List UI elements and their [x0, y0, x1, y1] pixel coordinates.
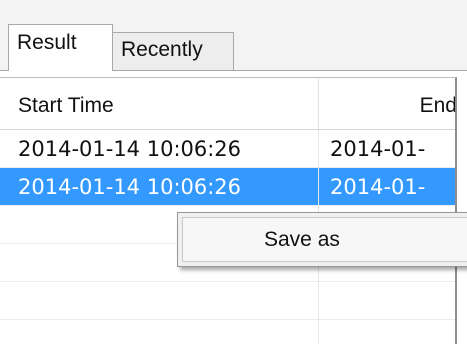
- tab-recently-label: Recently: [121, 38, 203, 61]
- tab-result-label: Result: [17, 31, 77, 54]
- table-row-empty[interactable]: [0, 282, 455, 320]
- table-row[interactable]: 2014-01-14 10:06:26 2014-01-: [0, 130, 455, 168]
- tab-result[interactable]: Result: [8, 24, 113, 71]
- start-time-cell: 2014-01-14 10:06:26: [18, 137, 242, 161]
- context-menu: Save as: [177, 212, 467, 267]
- start-time-cell: 2014-01-14 10:06:26: [18, 175, 242, 199]
- table-header: Start Time End: [0, 78, 455, 130]
- table-row-selected[interactable]: 2014-01-14 10:06:26 2014-01-: [0, 168, 455, 206]
- results-panel: Result Recently Start Time End 2014-01-1…: [0, 0, 467, 344]
- tab-recently[interactable]: Recently: [113, 32, 234, 70]
- end-time-cell: 2014-01-: [330, 137, 426, 161]
- column-header-end-time[interactable]: End: [320, 78, 455, 129]
- column-divider[interactable]: [318, 78, 319, 129]
- end-time-cell: 2014-01-: [330, 175, 426, 199]
- column-header-start-time[interactable]: Start Time: [18, 78, 318, 129]
- results-table: Start Time End 2014-01-14 10:06:26 2014-…: [0, 77, 457, 344]
- menu-item-save-as-label: Save as: [264, 228, 340, 251]
- menu-item-save-as[interactable]: Save as: [182, 217, 467, 262]
- table-row-empty[interactable]: [0, 320, 455, 344]
- tab-content: Start Time End 2014-01-14 10:06:26 2014-…: [0, 70, 467, 344]
